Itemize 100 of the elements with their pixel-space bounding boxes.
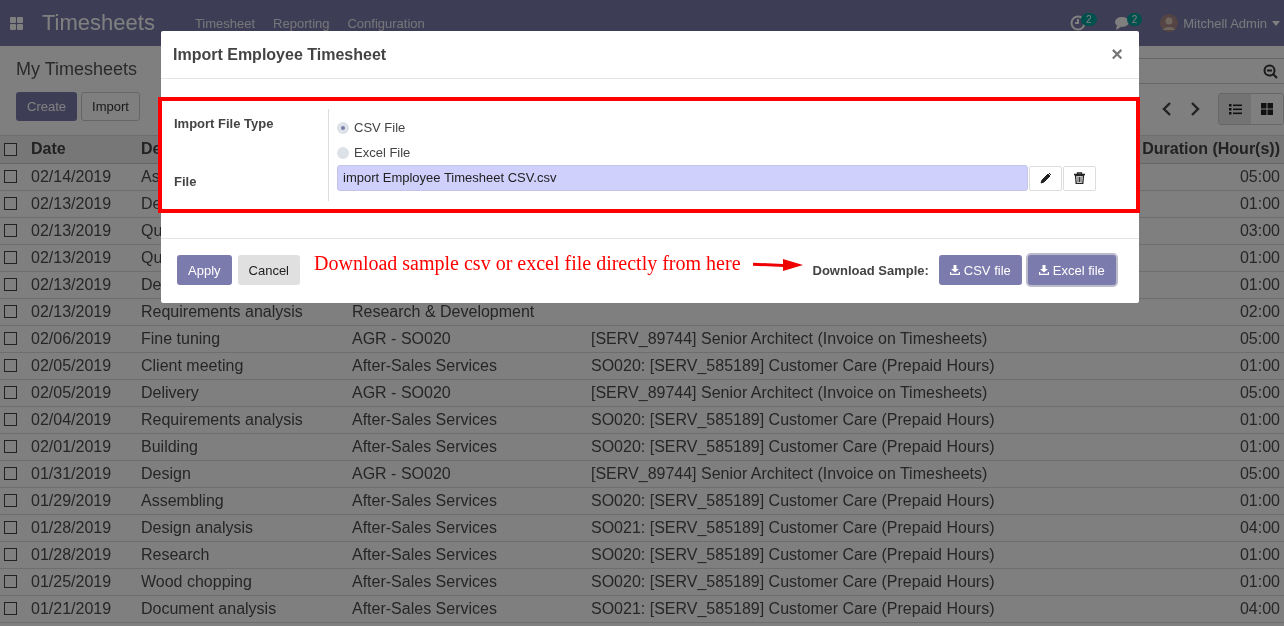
- table-cell: Wood chopping: [141, 572, 252, 590]
- table-cell: 02/13/2019: [31, 275, 112, 293]
- avatar-icon: [1160, 14, 1179, 32]
- column-header[interactable]: Date: [27, 136, 137, 163]
- dialog-title: Import Employee Timesheet: [173, 45, 387, 64]
- table-cell: Document analysis: [141, 599, 277, 617]
- download-icon: [1038, 265, 1049, 275]
- checkbox[interactable]: [4, 332, 17, 345]
- table-cell: Client meeting: [141, 356, 244, 374]
- checkbox[interactable]: [4, 170, 17, 183]
- table-cell: SO020: [SERV_585189] Customer Care (Prepaid Hours): [591, 545, 995, 563]
- delete-button[interactable]: [1063, 165, 1096, 191]
- apply-button[interactable]: Apply: [177, 255, 232, 285]
- table-cell: [SERV_89744] Senior Architect (Invoice on Timesheets): [591, 329, 988, 347]
- table-cell: 01/21/2019: [31, 599, 112, 617]
- table-cell: 02/01/2019: [31, 437, 112, 455]
- table-cell: AGR - SO020: [352, 329, 451, 347]
- table-cell: SO020: [SERV_585189] Customer Care (Prepaid Hours): [591, 356, 995, 374]
- table-cell: SO020: [SERV_585189] Customer Care (Prepaid Hours): [591, 437, 995, 455]
- table-cell: 01:00: [1239, 491, 1280, 509]
- checkbox[interactable]: [4, 440, 17, 453]
- radio-button[interactable]: [337, 146, 349, 159]
- download-label: Download Sample:: [812, 262, 929, 278]
- caret-icon[interactable]: [1272, 20, 1280, 26]
- table-cell: 02/14/2019: [31, 167, 112, 185]
- table-cell: AGR - SO020: [352, 464, 451, 482]
- table-cell: 01:00: [1239, 194, 1280, 212]
- table-cell: Qu: [141, 248, 163, 266]
- field-label: File: [174, 174, 198, 189]
- table-cell: 02/13/2019: [31, 194, 112, 212]
- table-cell: 01/25/2019: [31, 572, 112, 590]
- chevron-right-icon[interactable]: [1190, 102, 1200, 116]
- table-cell: SO021: [SERV_585189] Customer Care (Prepaid Hours): [591, 518, 995, 536]
- app-title: Timesheets: [42, 10, 155, 36]
- table-cell: 02/05/2019: [31, 356, 112, 374]
- checkbox[interactable]: [4, 278, 17, 291]
- table-cell: 05:00: [1239, 167, 1280, 185]
- checkbox[interactable]: [4, 251, 17, 264]
- table-cell: After-Sales Services: [352, 356, 497, 374]
- close-button[interactable]: ×: [1107, 43, 1127, 66]
- search-icon: [1263, 63, 1278, 79]
- checkbox[interactable]: [4, 575, 17, 588]
- download-button[interactable]: CSV file: [938, 255, 1022, 285]
- chevron-left-icon[interactable]: [1162, 102, 1172, 116]
- cancel-button[interactable]: Cancel: [237, 255, 300, 285]
- table-cell: Fine tuning: [141, 329, 221, 347]
- clock-icon[interactable]: [1070, 15, 1087, 31]
- table-cell: 03:00: [1239, 221, 1280, 239]
- file-field[interactable]: import Employee Timesheet CSV.csv: [337, 165, 1028, 191]
- checkbox[interactable]: [4, 494, 17, 507]
- checkbox[interactable]: [4, 413, 17, 426]
- table-cell: After-Sales Services: [352, 437, 497, 455]
- checkbox[interactable]: [4, 467, 17, 480]
- edit-button[interactable]: [1029, 165, 1062, 191]
- table-cell: Requirements analysis: [141, 302, 303, 320]
- table-cell: SO021: [SERV_585189] Customer Care (Prepaid Hours): [591, 599, 995, 617]
- checkbox[interactable]: [4, 548, 17, 561]
- table-cell: 02/06/2019: [31, 329, 112, 347]
- checkbox[interactable]: [4, 602, 17, 615]
- table-cell: 05:00: [1239, 329, 1280, 347]
- radio-label[interactable]: CSV File: [354, 120, 406, 135]
- checkbox[interactable]: [4, 386, 17, 399]
- table-cell: 01:00: [1239, 410, 1280, 428]
- checkbox[interactable]: [4, 142, 17, 156]
- checkbox[interactable]: [4, 359, 17, 372]
- count-badge: 2: [1081, 12, 1097, 26]
- table-cell: Requirements analysis: [141, 410, 303, 428]
- create-button[interactable]: Create: [16, 92, 78, 121]
- table-cell: SO020: [SERV_585189] Customer Care (Prepaid Hours): [591, 410, 995, 428]
- checkbox[interactable]: [4, 305, 17, 318]
- pencil-icon: [1039, 172, 1052, 184]
- table-cell: 02/13/2019: [31, 221, 112, 239]
- import-button[interactable]: Import: [81, 92, 140, 121]
- table-cell: After-Sales Services: [352, 518, 497, 536]
- list-view-button[interactable]: [1219, 94, 1251, 124]
- checkbox[interactable]: [4, 521, 17, 534]
- table-cell: 05:00: [1239, 464, 1280, 482]
- table-cell: AGR - SO020: [352, 383, 451, 401]
- radio-button[interactable]: [337, 121, 349, 134]
- table-cell: After-Sales Services: [352, 599, 497, 617]
- download-button[interactable]: Excel file: [1027, 255, 1116, 285]
- table-cell: 02:00: [1239, 302, 1280, 320]
- arrow-icon: [752, 259, 803, 271]
- table-cell: 01/31/2019: [31, 464, 112, 482]
- table-cell: After-Sales Services: [352, 572, 497, 590]
- table-cell: Research & Development: [352, 302, 535, 320]
- checkbox[interactable]: [4, 224, 17, 237]
- table-cell: 01:00: [1239, 572, 1280, 590]
- checkbox[interactable]: [4, 197, 17, 210]
- table-cell: 04:00: [1239, 518, 1280, 536]
- apps-menu-icon[interactable]: [10, 16, 23, 30]
- table-cell: Design: [141, 464, 191, 482]
- table-cell: Assembling: [141, 491, 224, 509]
- table-cell: Building: [141, 437, 198, 455]
- table-cell: After-Sales Services: [352, 410, 497, 428]
- count-badge: 2: [1126, 12, 1143, 26]
- radio-label[interactable]: Excel File: [354, 145, 411, 160]
- table-cell: Delivery: [141, 383, 199, 401]
- table-cell: 02/04/2019: [31, 410, 112, 428]
- table-cell: 02/05/2019: [31, 383, 112, 401]
